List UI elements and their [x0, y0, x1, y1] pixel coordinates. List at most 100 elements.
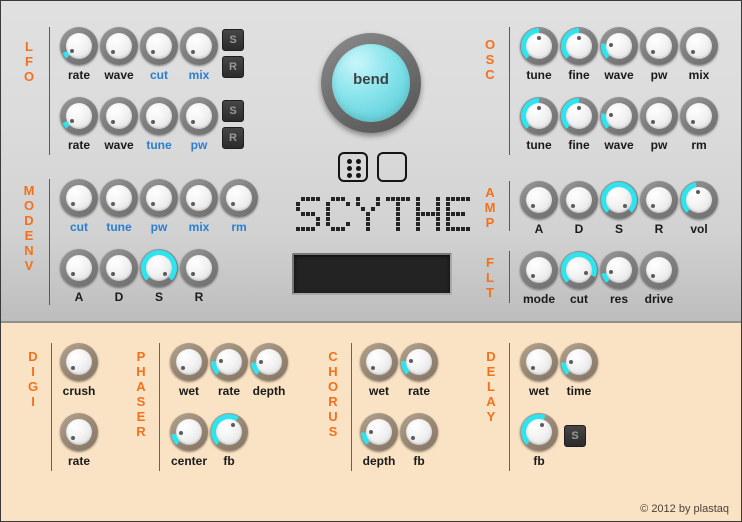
knob-dial-flt-cut-1[interactable]: [560, 251, 598, 289]
knob-face: [66, 349, 92, 375]
logo-pixel: [416, 217, 420, 221]
knob-dial-delay-wet-0[interactable]: [520, 343, 558, 381]
bend-knob[interactable]: bend: [321, 33, 421, 133]
knob-dial-osc-rm-9[interactable]: [680, 97, 718, 135]
knob-lfo-pw-7[interactable]: pw: [176, 97, 222, 152]
section-divider-digi: [51, 343, 52, 471]
knob-dial-lfo-wave-1[interactable]: [100, 27, 138, 65]
button-lfo-r-3[interactable]: R: [222, 127, 244, 149]
knob-label: vol: [690, 222, 708, 236]
knob-osc-mix-4[interactable]: mix: [676, 27, 722, 82]
knob-dial-osc-wave-7[interactable]: [600, 97, 638, 135]
knob-dial-flt-res-2[interactable]: [600, 251, 638, 289]
knob-face: [186, 185, 212, 211]
knob-dial-phaser-depth-2[interactable]: [250, 343, 288, 381]
knob-dial-lfo-pw-7[interactable]: [180, 97, 218, 135]
logo-pixel: [306, 197, 310, 201]
knob-amp-vol-4[interactable]: vol: [676, 181, 722, 236]
knob-dial-amp-S-2[interactable]: [600, 181, 638, 219]
knob-phaser-fb-4[interactable]: fb: [206, 413, 252, 468]
knob-dial-mod-env-S-7[interactable]: [140, 249, 178, 287]
knob-label: rm: [231, 220, 247, 234]
knob-dial-phaser-fb-4[interactable]: [210, 413, 248, 451]
knob-dial-delay-time-1[interactable]: [560, 343, 598, 381]
knob-phaser-depth-2[interactable]: depth: [246, 343, 292, 398]
knob-lfo-mix-3[interactable]: mix: [176, 27, 222, 82]
section-label-osc: OSC: [484, 37, 496, 82]
knob-dial-mod-env-tune-1[interactable]: [100, 179, 138, 217]
knob-dial-lfo-cut-2[interactable]: [140, 27, 178, 65]
knob-chorus-rate-1[interactable]: rate: [396, 343, 442, 398]
knob-delay-fb-2[interactable]: fb: [516, 413, 562, 468]
knob-dial-osc-mix-4[interactable]: [680, 27, 718, 65]
knob-dial-mod-env-rm-4[interactable]: [220, 179, 258, 217]
knob-dial-lfo-rate-0[interactable]: [60, 27, 98, 65]
logo-pixel: [301, 212, 305, 216]
knob-osc-rm-9[interactable]: rm: [676, 97, 722, 152]
knob-dial-lfo-rate-4[interactable]: [60, 97, 98, 135]
knob-dial-mod-env-cut-0[interactable]: [60, 179, 98, 217]
logo-pixel: [396, 202, 400, 206]
logo-pixel: [371, 207, 375, 211]
knob-dial-chorus-wet-0[interactable]: [360, 343, 398, 381]
knob-dial-chorus-depth-2[interactable]: [360, 413, 398, 451]
knob-digi-rate-1[interactable]: rate: [56, 413, 102, 468]
knob-dial-digi-crush-0[interactable]: [60, 343, 98, 381]
knob-dial-osc-wave-2[interactable]: [600, 27, 638, 65]
top-panel: LFO MODENV OSC AMP FLT bend rate wave cut m…: [1, 1, 741, 323]
knob-dial-osc-pw-3[interactable]: [640, 27, 678, 65]
knob-dial-flt-drive-3[interactable]: [640, 251, 678, 289]
knob-face: [526, 419, 552, 445]
knob-mod-env-R-8[interactable]: R: [176, 249, 222, 304]
button-lfo-s-0[interactable]: S: [222, 29, 244, 51]
knob-dial-delay-fb-2[interactable]: [520, 413, 558, 451]
knob-dial-osc-pw-8[interactable]: [640, 97, 678, 135]
logo-pixel: [326, 217, 330, 221]
knob-chorus-fb-3[interactable]: fb: [396, 413, 442, 468]
button-lfo-s-2[interactable]: S: [222, 100, 244, 122]
knob-dial-mod-env-R-8[interactable]: [180, 249, 218, 287]
button-delay-s-0[interactable]: S: [564, 425, 586, 447]
logo-pixel: [326, 222, 330, 226]
dice-icon[interactable]: [338, 152, 368, 182]
knob-dial-flt-mode-0[interactable]: [520, 251, 558, 289]
square-icon[interactable]: [377, 152, 407, 182]
knob-dial-digi-rate-1[interactable]: [60, 413, 98, 451]
knob-dial-osc-fine-1[interactable]: [560, 27, 598, 65]
knob-mod-env-rm-4[interactable]: rm: [216, 179, 262, 234]
knob-pointer-dot: [622, 203, 627, 208]
knob-dial-chorus-rate-1[interactable]: [400, 343, 438, 381]
knob-digi-crush-0[interactable]: crush: [56, 343, 102, 398]
logo-pixel: [416, 222, 420, 226]
button-lfo-r-1[interactable]: R: [222, 56, 244, 78]
knob-dial-phaser-wet-0[interactable]: [170, 343, 208, 381]
knob-face: [566, 187, 592, 213]
scythe-logo: [296, 197, 470, 233]
knob-dial-phaser-center-3[interactable]: [170, 413, 208, 451]
logo-pixel: [431, 212, 435, 216]
knob-dial-mod-env-A-5[interactable]: [60, 249, 98, 287]
knob-dial-osc-fine-6[interactable]: [560, 97, 598, 135]
section-label-lfo: LFO: [23, 39, 35, 84]
knob-dial-amp-D-1[interactable]: [560, 181, 598, 219]
knob-delay-time-1[interactable]: time: [556, 343, 602, 398]
knob-dial-lfo-tune-6[interactable]: [140, 97, 178, 135]
knob-dial-mod-env-mix-3[interactable]: [180, 179, 218, 217]
logo-pixel: [346, 202, 350, 206]
knob-dial-mod-env-D-6[interactable]: [100, 249, 138, 287]
knob-dial-osc-tune-0[interactable]: [520, 27, 558, 65]
dice-pip: [347, 173, 352, 178]
knob-flt-drive-3[interactable]: drive: [636, 251, 682, 306]
knob-label: pw: [190, 138, 208, 152]
knob-dial-chorus-fb-3[interactable]: [400, 413, 438, 451]
knob-dial-amp-vol-4[interactable]: [680, 181, 718, 219]
lcd-display[interactable]: [292, 253, 452, 295]
knob-dial-osc-tune-5[interactable]: [520, 97, 558, 135]
knob-dial-lfo-mix-3[interactable]: [180, 27, 218, 65]
knob-dial-phaser-rate-1[interactable]: [210, 343, 248, 381]
knob-dial-lfo-wave-5[interactable]: [100, 97, 138, 135]
knob-dial-amp-A-0[interactable]: [520, 181, 558, 219]
knob-dial-mod-env-pw-2[interactable]: [140, 179, 178, 217]
knob-dial-amp-R-3[interactable]: [640, 181, 678, 219]
logo-pixel: [416, 227, 420, 231]
